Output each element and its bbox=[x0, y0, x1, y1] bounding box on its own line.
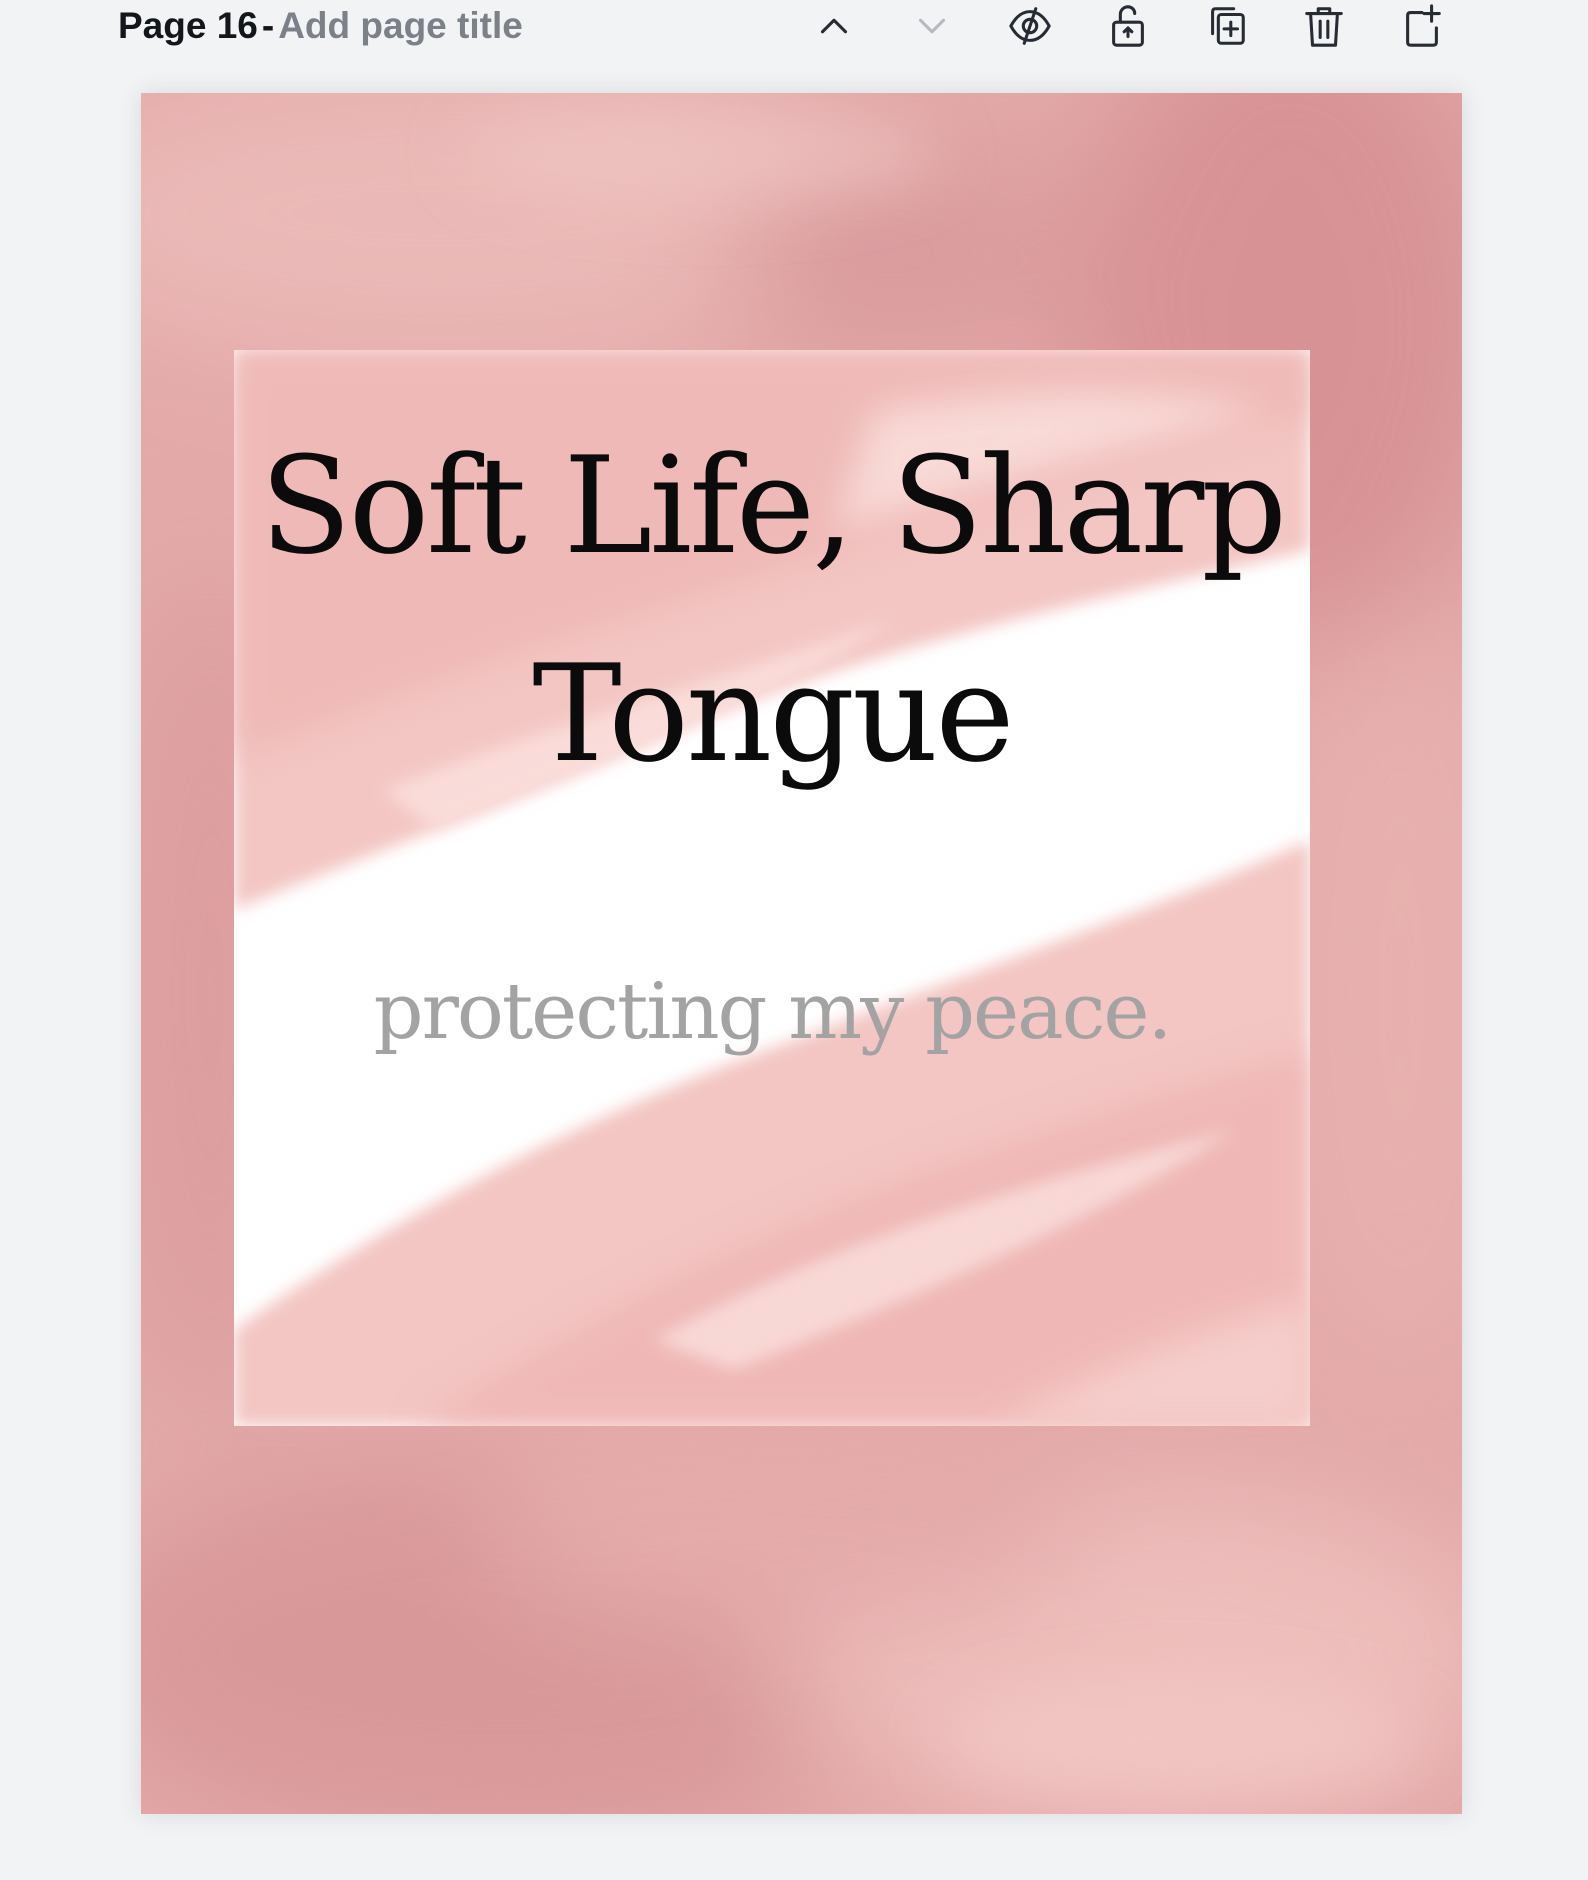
move-page-down-button[interactable] bbox=[902, 0, 962, 52]
inner-card[interactable]: Soft Life, Sharp Tongue protecting my pe… bbox=[234, 350, 1310, 1426]
page-title-input[interactable]: Add page title bbox=[278, 5, 523, 46]
hide-page-button[interactable] bbox=[1000, 0, 1060, 52]
headline-text[interactable]: Soft Life, Sharp Tongue bbox=[234, 402, 1310, 818]
tagline-text[interactable]: protecting my peace. bbox=[234, 962, 1310, 1062]
page-title-separator: - bbox=[261, 5, 275, 46]
duplicate-page-button[interactable] bbox=[1196, 0, 1256, 52]
design-page[interactable]: Soft Life, Sharp Tongue protecting my pe… bbox=[141, 93, 1462, 1814]
duplicate-icon bbox=[1211, 7, 1245, 45]
delete-page-button[interactable] bbox=[1294, 0, 1354, 52]
eye-slash-icon bbox=[1009, 7, 1051, 45]
canvas-viewport: Page 16- Add page title Soft Life, Sharp… bbox=[0, 0, 1588, 1880]
chevron-down-icon bbox=[918, 18, 946, 34]
add-page-icon bbox=[1406, 4, 1441, 47]
move-page-up-button[interactable] bbox=[804, 0, 864, 52]
trash-icon bbox=[1305, 7, 1343, 47]
page-label: Page 16- Add page title bbox=[118, 4, 523, 48]
chevron-up-icon bbox=[820, 18, 848, 34]
lock-page-button[interactable] bbox=[1098, 0, 1158, 52]
page-header: Page 16- Add page title bbox=[0, 0, 1588, 56]
page-number: Page 16 bbox=[118, 5, 258, 46]
add-page-button[interactable] bbox=[1392, 0, 1452, 52]
lock-open-icon bbox=[1112, 5, 1144, 47]
